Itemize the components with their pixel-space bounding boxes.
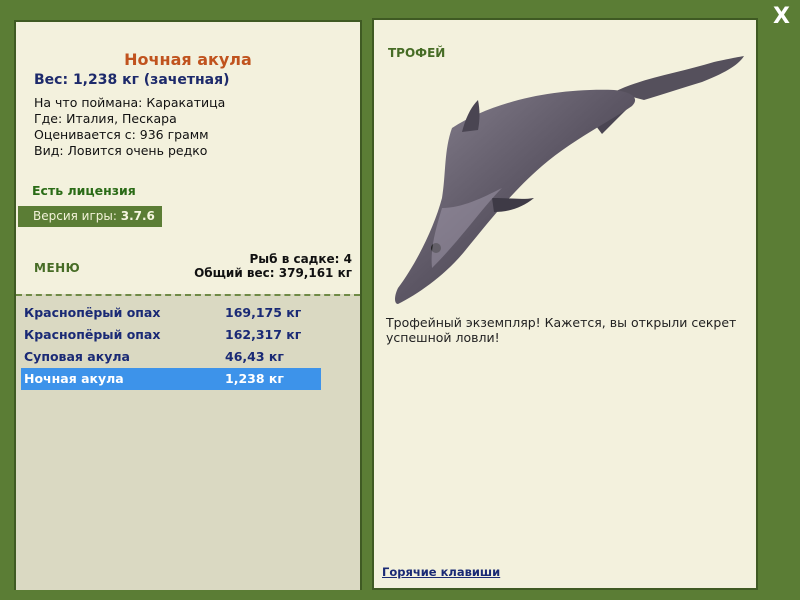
catch-weight: 46,43 кг: [225, 349, 284, 364]
catch-weight: 162,317 кг: [225, 327, 302, 342]
version-label: Версия игры:: [33, 209, 117, 223]
catch-name: Краснопёрый опах: [24, 327, 161, 342]
fish-location: Где: Италия, Пескара: [34, 111, 177, 126]
catch-row-selected[interactable]: Ночная акула 1,238 кг: [21, 368, 321, 390]
catch-name: Суповая акула: [24, 349, 130, 364]
fish-rarity: Вид: Ловится очень редко: [34, 143, 208, 158]
catch-weight: 1,238 кг: [225, 371, 284, 386]
catch-weight: 169,175 кг: [225, 305, 302, 320]
trophy-description: Трофейный экземпляр! Кажется, вы открыли…: [386, 315, 737, 345]
cage-count: Рыб в садке: 4: [249, 252, 353, 266]
menu-button[interactable]: МЕНЮ: [34, 261, 80, 275]
tail-fin: [614, 56, 744, 100]
catch-name: Ночная акула: [24, 371, 124, 386]
fish-valued-from: Оценивается с: 936 грамм: [34, 127, 209, 142]
close-icon[interactable]: X: [773, 4, 790, 29]
game-version: Версия игры: 3.7.6: [18, 206, 162, 227]
catch-name: Краснопёрый опах: [24, 305, 161, 320]
hotkeys-link[interactable]: Горячие клавиши: [382, 565, 500, 579]
license-status: Есть лицензия: [32, 183, 136, 198]
shark-body: [395, 89, 636, 304]
catch-list: Краснопёрый опах 169,175 кг Краснопёрый …: [16, 294, 360, 590]
cage-total-weight: Общий вес: 379,161 кг: [194, 266, 352, 280]
shark-image: [395, 56, 744, 304]
catch-row[interactable]: Суповая акула 46,43 кг: [21, 346, 321, 368]
fish-bait: На что поймана: Каракатица: [34, 95, 226, 110]
version-value: 3.7.6: [120, 209, 155, 223]
fish-name: Ночная акула: [124, 50, 252, 69]
game-window: X Ночная акула Вес: 1,238 кг (зачетная) …: [0, 0, 800, 600]
fish-weight: Вес: 1,238 кг (зачетная): [34, 72, 230, 88]
trophy-panel: ТРОФЕЙ Трофейный экземпляр! Кажется, вы …: [372, 18, 758, 590]
dorsal-fin: [462, 100, 480, 132]
pectoral-fin: [492, 198, 534, 212]
catch-row[interactable]: Краснопёрый опах 169,175 кг: [21, 302, 321, 324]
catch-row[interactable]: Краснопёрый опах 162,317 кг: [21, 324, 321, 346]
fish-info-panel: Ночная акула Вес: 1,238 кг (зачетная) На…: [14, 20, 362, 590]
cage-summary: Рыб в садке: 4 Общий вес: 379,161 кг: [194, 252, 352, 280]
